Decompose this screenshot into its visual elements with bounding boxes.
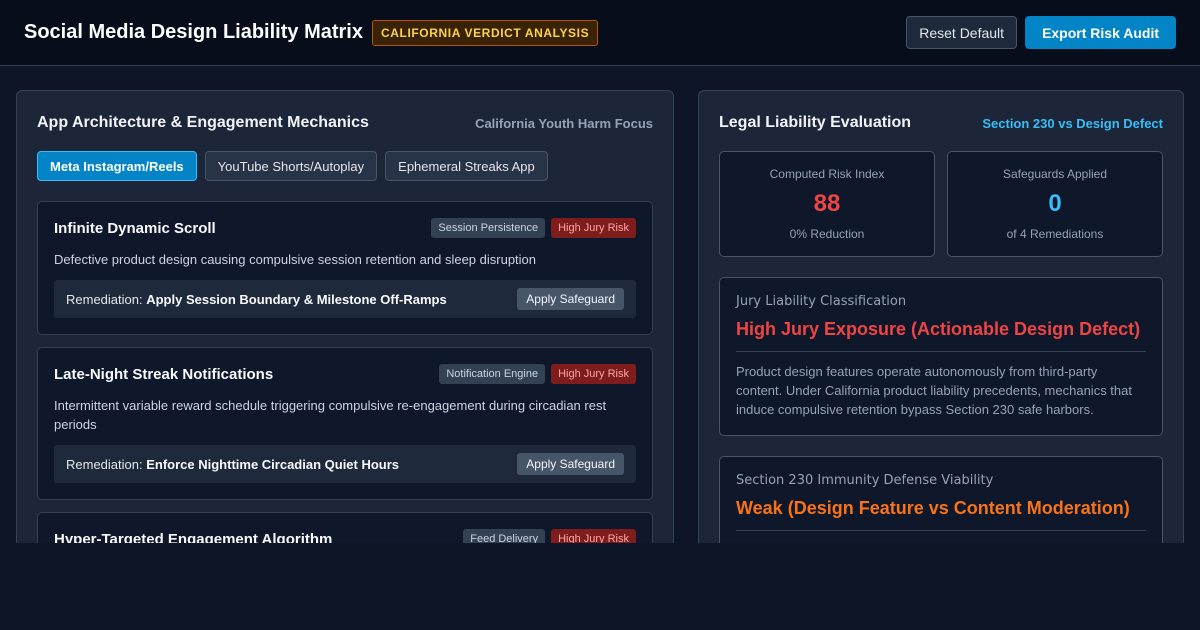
mechanics-panel: App Architecture & Engagement Mechanics … (16, 90, 674, 543)
mechanic-title: Infinite Dynamic Scroll (54, 219, 216, 237)
mechanic-description: Defective product design causing compuls… (54, 252, 537, 267)
tab-meta-instagram-reels[interactable]: Meta Instagram/Reels (37, 151, 197, 181)
remediation-row: Remediation: Apply Session Boundary & Mi… (54, 280, 636, 318)
risk-tag: High Jury Risk (551, 529, 636, 543)
mechanics-panel-title: App Architecture & Engagement Mechanics (37, 114, 369, 131)
mechanics-panel-header: App Architecture & Engagement Mechanics … (37, 111, 653, 135)
remediation-row: Remediation: Enforce Nighttime Circadian… (54, 445, 636, 483)
jury-classification-card: Jury Liability Classification High Jury … (719, 277, 1163, 436)
remediation-prefix: Remediation: (66, 291, 147, 307)
mechanic-card: Infinite Dynamic Scroll Session Persiste… (37, 201, 653, 335)
risk-index-card: Computed Risk Index 88 0% Reduction (719, 151, 935, 257)
metric-label: Safeguards Applied (1002, 167, 1108, 181)
remediation-text: Remediation: Apply Session Boundary & Mi… (66, 292, 447, 307)
mechanic-card-header: Hyper-Targeted Engagement Algorithm Feed… (54, 529, 636, 543)
remediation-text: Remediation: Enforce Nighttime Circadian… (66, 457, 399, 472)
divider (736, 530, 1146, 531)
app-title: Social Media Design Liability Matrix (24, 21, 363, 43)
classification-value: Weak (Design Feature vs Content Moderati… (736, 498, 1130, 518)
component-tag: Notification Engine (439, 364, 546, 384)
risk-tag: High Jury Risk (551, 364, 636, 384)
component-tag: Session Persistence (431, 218, 546, 238)
liability-panel-title: Legal Liability Evaluation (719, 114, 912, 131)
risk-tag: High Jury Risk (551, 218, 636, 238)
mechanic-card: Late-Night Streak Notifications Notifica… (37, 347, 653, 500)
mechanic-card-header: Infinite Dynamic Scroll Session Persiste… (54, 218, 636, 238)
header-actions: Reset Default Export Risk Audit (906, 16, 1176, 49)
divider (736, 351, 1146, 352)
classification-label: Jury Liability Classification (736, 294, 907, 309)
remediation-prefix: Remediation: (66, 456, 147, 472)
classification-label: Section 230 Immunity Defense Viability (736, 473, 994, 488)
mechanic-description: Intermittent variable reward schedule tr… (54, 398, 607, 432)
remediation-name: Enforce Nighttime Circadian Quiet Hours (146, 456, 400, 472)
verdict-badge: CALIFORNIA VERDICT ANALYSIS (371, 19, 599, 46)
liability-panel-header: Legal Liability Evaluation Section 230 v… (719, 111, 1163, 135)
liability-panel: Legal Liability Evaluation Section 230 v… (698, 90, 1184, 543)
mechanic-card-header: Late-Night Streak Notifications Notifica… (54, 364, 636, 384)
metrics-row: Computed Risk Index 88 0% Reduction Safe… (719, 151, 1163, 257)
metric-label: Computed Risk Index (769, 167, 885, 181)
mechanic-tags: Feed Delivery High Jury Risk (463, 529, 636, 543)
mechanics-panel-subtitle: California Youth Harm Focus (475, 115, 653, 131)
mechanic-card: Hyper-Targeted Engagement Algorithm Feed… (37, 512, 653, 543)
metric-footnote: of 4 Remediations (1006, 227, 1104, 241)
mechanic-tags: Session Persistence High Jury Risk (431, 218, 636, 238)
app-tabs: Meta Instagram/Reels YouTube Shorts/Auto… (37, 151, 653, 181)
mechanic-tags: Notification Engine High Jury Risk (439, 364, 636, 384)
remediation-name: Apply Session Boundary & Milestone Off-R… (146, 291, 447, 307)
risk-index-value: 88 (813, 190, 841, 217)
apply-safeguard-button[interactable]: Apply Safeguard (517, 288, 624, 310)
content-viewport[interactable]: App Architecture & Engagement Mechanics … (0, 66, 1200, 543)
liability-panel-subtitle: Section 230 vs Design Defect (982, 115, 1163, 131)
reset-default-button[interactable]: Reset Default (906, 16, 1018, 49)
mechanic-title: Late-Night Streak Notifications (54, 365, 274, 383)
export-risk-audit-button[interactable]: Export Risk Audit (1025, 16, 1176, 49)
top-bar: Social Media Design Liability Matrix CAL… (0, 0, 1200, 66)
classification-description: Product design features operate autonomo… (736, 364, 1132, 417)
safeguards-value: 0 (1048, 190, 1062, 217)
mechanic-title: Hyper-Targeted Engagement Algorithm (54, 530, 333, 544)
tab-youtube-shorts-autoplay[interactable]: YouTube Shorts/Autoplay (204, 151, 378, 181)
component-tag: Feed Delivery (463, 529, 546, 543)
apply-safeguard-button[interactable]: Apply Safeguard (517, 453, 624, 475)
tab-ephemeral-streaks-app[interactable]: Ephemeral Streaks App (385, 151, 548, 181)
metric-footnote: 0% Reduction (789, 227, 865, 241)
safeguards-card: Safeguards Applied 0 of 4 Remediations (947, 151, 1163, 257)
section-230-card: Section 230 Immunity Defense Viability W… (719, 456, 1163, 543)
classification-value: High Jury Exposure (Actionable Design De… (736, 319, 1141, 339)
